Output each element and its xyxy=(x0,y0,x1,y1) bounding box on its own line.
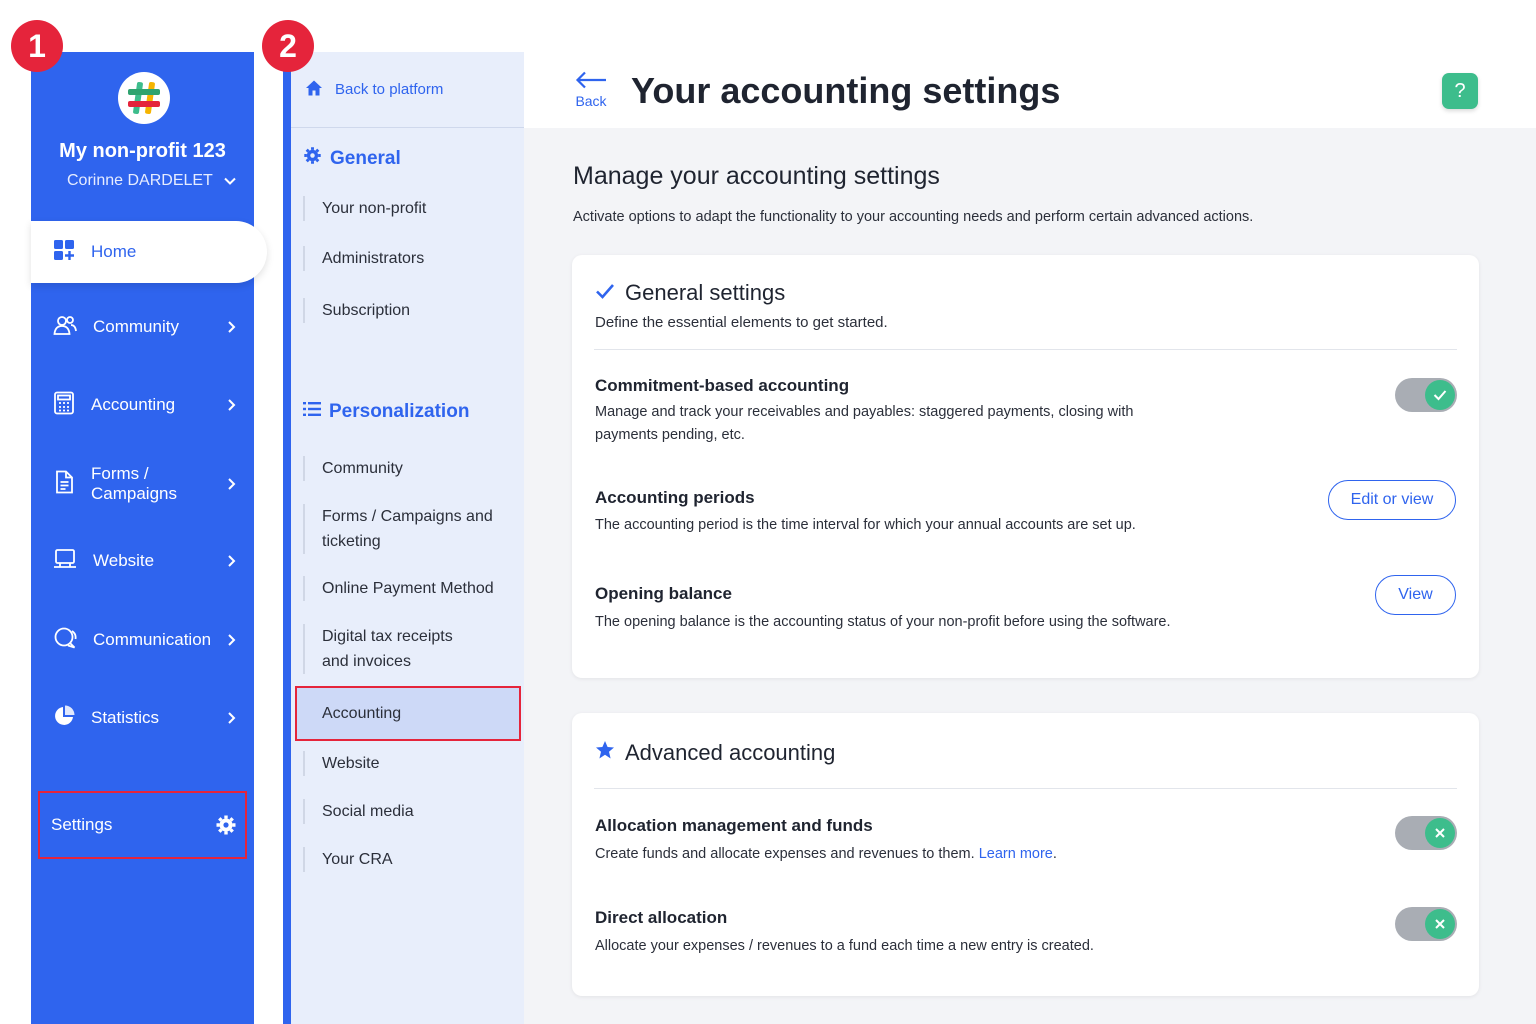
allocation-management-toggle[interactable] xyxy=(1395,816,1457,850)
nav-item-label: Forms / Campaigns xyxy=(91,464,177,503)
nav-item-settings[interactable]: Settings xyxy=(38,791,247,859)
section-title: General xyxy=(330,147,401,169)
nav-item-label: Website xyxy=(93,551,155,570)
direct-allocation-toggle[interactable] xyxy=(1395,907,1457,941)
setting-description: The accounting period is the time interv… xyxy=(595,517,1136,533)
checkmark-icon xyxy=(1433,390,1447,401)
subnav-subscription[interactable]: Subscription xyxy=(303,298,519,323)
section-personalization: Personalization xyxy=(303,401,469,423)
setting-title: Direct allocation xyxy=(595,908,728,927)
subnav-digital-tax-receipts[interactable]: Digital tax receipts and invoices xyxy=(303,624,478,674)
gear-icon xyxy=(215,814,237,836)
chevron-right-icon xyxy=(226,477,236,491)
card-title-label: General settings xyxy=(625,280,786,305)
nav-item-community[interactable]: Community xyxy=(31,303,254,351)
divider xyxy=(594,349,1457,350)
subnav-online-payment-method[interactable]: Online Payment Method xyxy=(303,576,519,601)
commitment-accounting-toggle[interactable] xyxy=(1395,378,1457,412)
chat-icon xyxy=(53,627,77,654)
section-description: Activate options to adapt the functional… xyxy=(573,209,1254,225)
nav-item-home[interactable]: Home xyxy=(31,221,267,283)
chevron-right-icon xyxy=(226,320,236,334)
nav-item-label: Home xyxy=(91,242,137,261)
nav-item-label: Accounting xyxy=(91,395,176,414)
hashtag-logo-icon xyxy=(123,77,165,119)
setting-description: Create funds and allocate expenses and r… xyxy=(595,846,1057,862)
subnav-your-cra[interactable]: Your CRA xyxy=(303,847,519,872)
subnav-administrators[interactable]: Administrators xyxy=(303,246,519,271)
org-user-name[interactable]: Corinne DARDELET xyxy=(67,172,213,190)
chevron-down-icon[interactable] xyxy=(223,174,237,193)
divider xyxy=(594,788,1457,789)
card-title: General settings xyxy=(595,280,785,306)
general-settings-card: General settings Define the essential el… xyxy=(572,255,1479,678)
subnav-your-non-profit[interactable]: Your non-profit xyxy=(303,196,519,221)
home-icon xyxy=(305,79,323,101)
nav-item-label: Settings xyxy=(51,815,113,834)
nav-item-statistics[interactable]: Statistics xyxy=(31,694,254,742)
help-button[interactable]: ? xyxy=(1442,73,1478,109)
settings-sidebar-accent xyxy=(283,52,291,1024)
back-button[interactable]: Back xyxy=(571,70,611,109)
setting-description: The opening balance is the accounting st… xyxy=(595,614,1171,630)
toggle-knob xyxy=(1425,818,1455,848)
card-subtitle: Define the essential elements to get sta… xyxy=(595,314,888,331)
advanced-accounting-card: Advanced accounting Allocation managemen… xyxy=(572,713,1479,996)
subnav-community[interactable]: Community xyxy=(303,456,519,481)
laptop-icon xyxy=(53,548,77,575)
nav-item-communication[interactable]: Communication xyxy=(31,616,254,664)
back-label: Back xyxy=(575,93,607,109)
setting-description-text: Create funds and allocate expenses and r… xyxy=(595,846,975,862)
view-button[interactable]: View xyxy=(1375,575,1456,615)
setting-description: Allocate your expenses / revenues to a f… xyxy=(595,938,1094,954)
edit-or-view-button[interactable]: Edit or view xyxy=(1328,480,1456,520)
nav-item-website[interactable]: Website xyxy=(31,537,254,585)
arrow-left-icon xyxy=(574,70,608,93)
card-title: Advanced accounting xyxy=(595,740,835,766)
close-icon xyxy=(1435,919,1445,929)
setting-title: Commitment-based accounting xyxy=(595,376,850,395)
toggle-knob xyxy=(1425,909,1455,939)
section-title: Personalization xyxy=(329,401,470,422)
back-to-platform-label: Back to platform xyxy=(335,81,444,98)
subnav-website[interactable]: Website xyxy=(303,751,519,776)
page-title: Your accounting settings xyxy=(631,70,1061,111)
chevron-right-icon xyxy=(226,554,236,568)
setting-description: Manage and track your receivables and pa… xyxy=(595,404,1134,443)
setting-title: Accounting periods xyxy=(595,488,755,507)
setting-title: Allocation management and funds xyxy=(595,816,873,835)
calculator-icon xyxy=(53,391,75,420)
org-name: My non-profit 123 xyxy=(59,140,226,162)
org-logo[interactable] xyxy=(118,72,170,124)
chevron-right-icon xyxy=(226,711,236,725)
chevron-right-icon xyxy=(226,398,236,412)
step-badge-1: 1 xyxy=(11,20,63,72)
nav-item-label: Community xyxy=(93,317,179,336)
nav-item-accounting[interactable]: Accounting xyxy=(31,381,254,429)
checkmark-icon xyxy=(595,280,615,306)
nav-item-forms-campaigns[interactable]: Forms / Campaigns xyxy=(31,460,254,508)
nav-item-label: Communication xyxy=(93,630,212,649)
close-icon xyxy=(1435,828,1445,838)
nav-item-label: Statistics xyxy=(91,708,160,727)
subnav-social-media[interactable]: Social media xyxy=(303,799,519,824)
section-heading: Manage your accounting settings xyxy=(573,162,940,190)
list-icon xyxy=(303,401,321,423)
dashboard-icon xyxy=(53,239,75,266)
learn-more-link[interactable]: Learn more xyxy=(979,846,1053,862)
community-icon xyxy=(53,314,77,341)
section-general: General xyxy=(303,146,401,171)
subnav-forms-campaigns[interactable]: Forms / Campaigns and ticketing xyxy=(303,504,493,554)
toggle-knob xyxy=(1425,380,1455,410)
back-to-platform-link[interactable]: Back to platform xyxy=(291,52,524,128)
card-title-label: Advanced accounting xyxy=(625,740,836,765)
document-icon xyxy=(53,470,75,499)
chevron-right-icon xyxy=(226,633,236,647)
star-icon xyxy=(595,740,615,766)
subnav-accounting[interactable]: Accounting xyxy=(295,686,521,741)
gear-icon xyxy=(303,146,322,171)
setting-title: Opening balance xyxy=(595,584,732,603)
pie-chart-icon xyxy=(53,705,75,732)
